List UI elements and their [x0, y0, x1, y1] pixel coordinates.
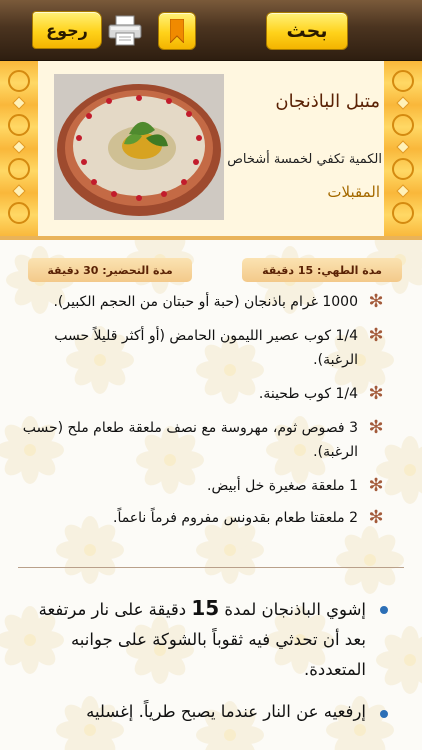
cook-time-badge: مدة الطهي: 15 دقيقة — [242, 258, 402, 282]
category-link[interactable]: المقبلات — [210, 183, 380, 201]
star-bullet-icon: ✻ — [368, 475, 384, 496]
list-item: ✻ 1/4 كوب طحينة. — [18, 382, 388, 406]
step-text: إشوي الباذنجان لمدة — [219, 600, 366, 619]
list-item: ✻ 3 فصوص ثوم، مهروسة مع نصف ملعقة طعام م… — [18, 416, 388, 464]
ingredient-text: 1000 غرام باذنجان (حبة أو حبتان من الحجم… — [53, 294, 358, 310]
print-icon[interactable] — [107, 15, 143, 47]
bookmark-icon — [170, 19, 184, 43]
ingredient-text: 1/4 كوب عصير الليمون الحامض (أو أكثر قلي… — [54, 328, 358, 368]
ornament-border-left — [0, 61, 38, 237]
search-button[interactable]: بحث — [266, 12, 348, 50]
back-button[interactable]: رجوع — [32, 11, 102, 49]
top-toolbar: رجوع بحث — [0, 0, 422, 61]
list-item: ✻ 1/4 كوب عصير الليمون الحامض (أو أكثر ق… — [18, 324, 388, 372]
prep-time-badge: مدة التحضير: 30 دقيقة — [28, 258, 192, 282]
star-bullet-icon: ✻ — [368, 417, 384, 438]
star-bullet-icon: ✻ — [368, 383, 384, 404]
list-item: ✻ 1000 غرام باذنجان (حبة أو حبتان من الح… — [18, 290, 388, 314]
ingredient-text: 1 ملعقة صغيرة خل أبيض. — [207, 478, 358, 494]
back-button-label: رجوع — [46, 20, 88, 40]
star-bullet-icon: ✻ — [368, 325, 384, 346]
section-divider — [18, 567, 404, 568]
steps-list: إشوي الباذنجان لمدة 15 دقيقة على نار مرت… — [28, 593, 388, 739]
list-item: إشوي الباذنجان لمدة 15 دقيقة على نار مرت… — [28, 593, 388, 685]
step-text: إرفعيه عن النار عندما يصبح طرياً. إغسليه — [86, 702, 366, 721]
recipe-content[interactable]: مدة الطهي: 15 دقيقة مدة التحضير: 30 دقيق… — [0, 240, 422, 750]
ingredient-text: 2 ملعقتا طعام بقدونس مفروم فرماً ناعماً. — [113, 510, 358, 526]
list-item: إرفعيه عن النار عندما يصبح طرياً. إغسليه — [28, 697, 388, 727]
dish-photo — [54, 74, 224, 220]
ingredients-list: ✻ 1000 غرام باذنجان (حبة أو حبتان من الح… — [18, 290, 388, 530]
list-item: ✻ 1 ملعقة صغيرة خل أبيض. — [18, 474, 388, 498]
ornament-border-right — [384, 61, 422, 237]
ingredient-text: 3 فصوص ثوم، مهروسة مع نصف ملعقة طعام ملح… — [22, 420, 358, 460]
ingredient-text: 1/4 كوب طحينة. — [258, 386, 358, 402]
star-bullet-icon: ✻ — [368, 507, 384, 528]
bookmark-button[interactable] — [158, 12, 196, 50]
bullet-icon — [380, 606, 388, 614]
recipe-title: متبل الباذنجان — [275, 91, 380, 112]
step-number: 15 — [191, 596, 220, 620]
bullet-icon — [380, 710, 388, 718]
list-item: ✻ 2 ملعقتا طعام بقدونس مفروم فرماً ناعما… — [18, 506, 388, 530]
recipe-header: متبل الباذنجان الكمية تكفي لخمسة أشخاص ا… — [0, 61, 422, 237]
star-bullet-icon: ✻ — [368, 291, 384, 312]
servings-text: الكمية تكفي لخمسة أشخاص — [227, 152, 382, 167]
search-button-label: بحث — [286, 20, 328, 42]
